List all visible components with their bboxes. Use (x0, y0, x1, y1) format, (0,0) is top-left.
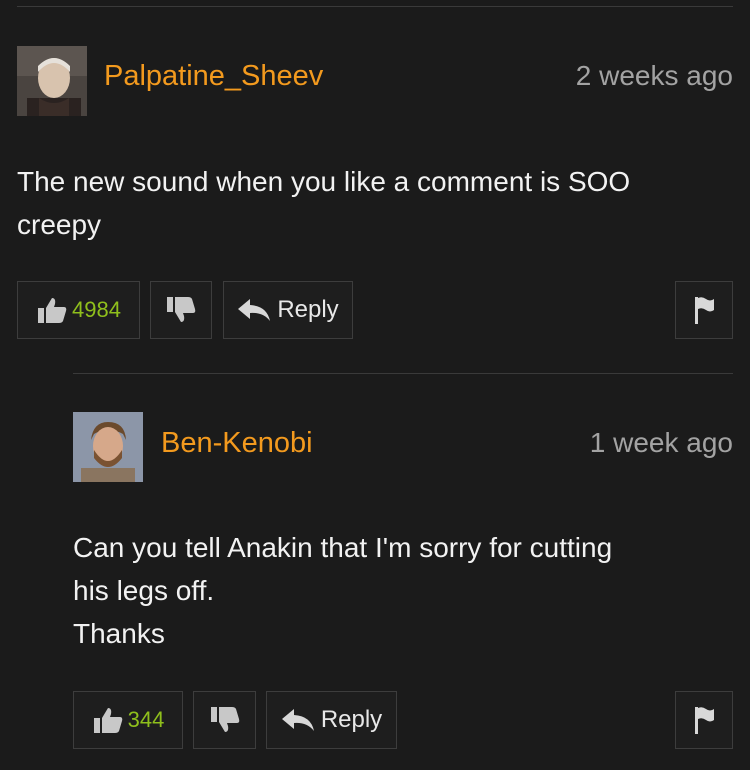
like-button[interactable]: 344 (73, 691, 183, 749)
comment-text: Can you tell Anakin that I'm sorry for c… (73, 532, 613, 649)
thumbs-down-icon (209, 706, 241, 734)
flag-icon (692, 705, 716, 735)
username[interactable]: Ben-Kenobi (161, 426, 313, 460)
reply-button[interactable]: Reply (266, 691, 397, 749)
thumbs-up-icon (92, 706, 124, 734)
like-count: 344 (127, 707, 165, 732)
flag-button[interactable] (675, 691, 733, 749)
comment-kenobi: Ben-Kenobi 1 week ago Can you tell Anaki… (0, 0, 750, 770)
dislike-button[interactable] (193, 691, 256, 749)
avatar[interactable] (73, 412, 143, 482)
reply-arrow-icon (281, 708, 315, 732)
timestamp: 1 week ago (589, 427, 733, 458)
reply-label: Reply (320, 706, 383, 733)
